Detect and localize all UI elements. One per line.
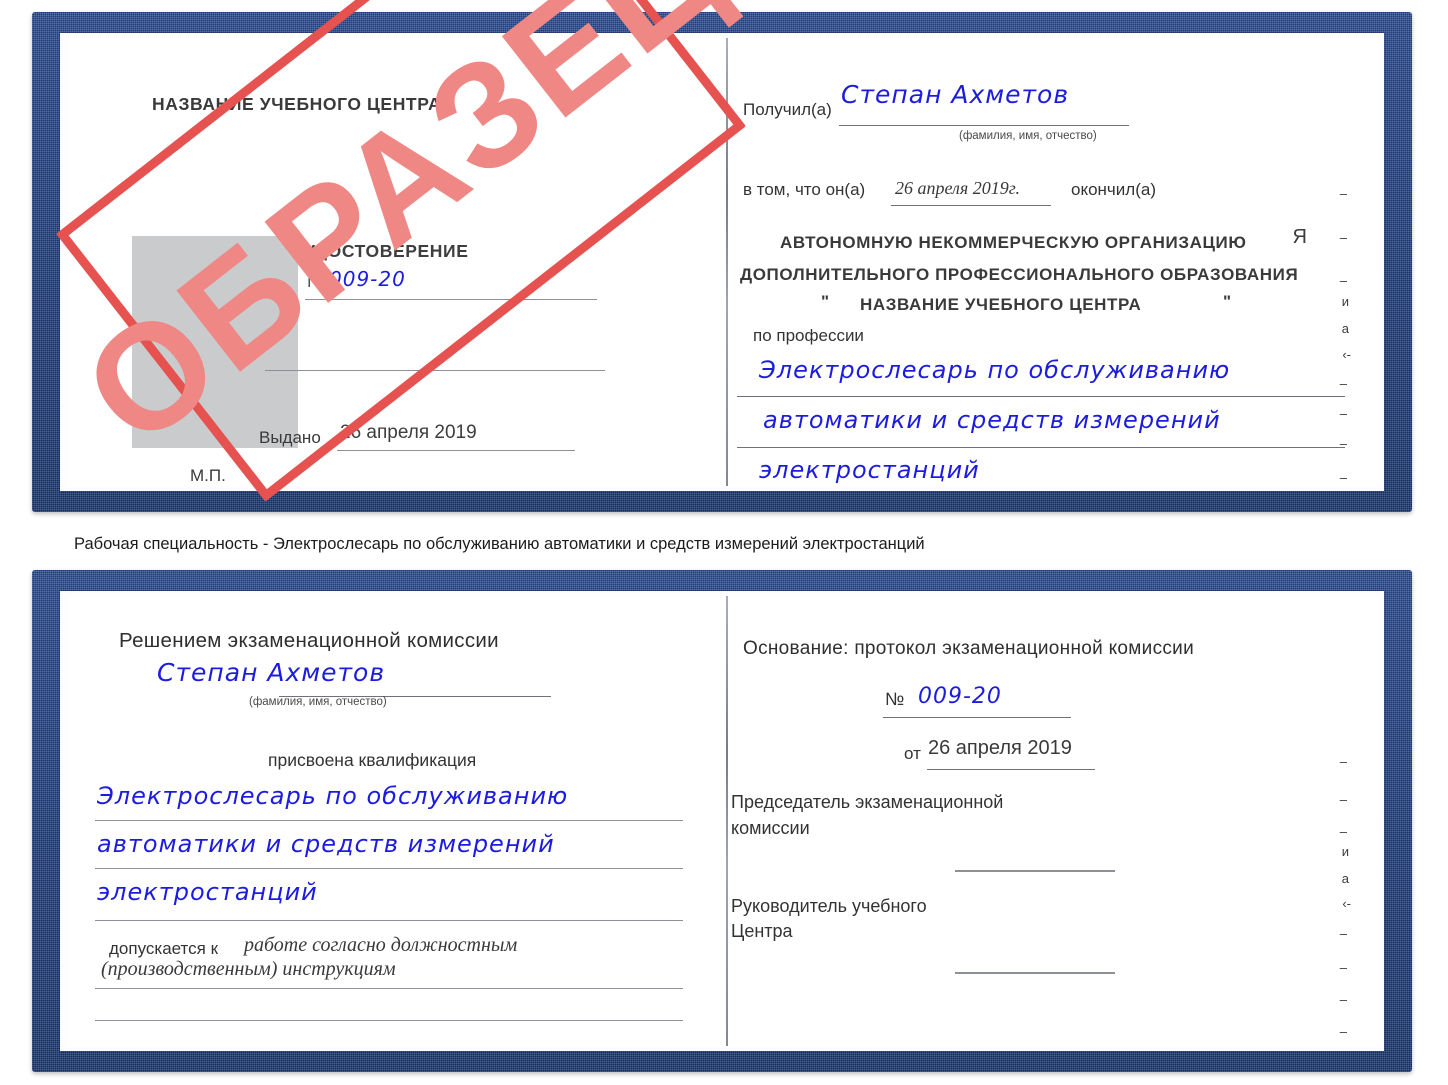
commission-heading: Решением экзаменационной комиссии <box>119 629 499 652</box>
in-that-label: в том, что он(а) <box>743 180 866 199</box>
edge-mark: – <box>1339 792 1347 807</box>
qualification-rule-3 <box>95 920 683 921</box>
org-line-3: НАЗВАНИЕ УЧЕБНОГО ЦЕНТРА <box>860 295 1142 314</box>
certificate-bottom: Решением экзаменационной комиссии Степан… <box>32 570 1412 1072</box>
profession-line-1: Электрослесарь по обслуживанию <box>759 356 1231 384</box>
bottom-number-rule <box>883 717 1071 718</box>
issued-value: 26 апреля 2019 <box>340 422 477 443</box>
photo-placeholder <box>132 236 298 448</box>
admitted-value-line-1: работе согласно должностным <box>244 934 518 956</box>
received-value: Степан Ахметов <box>841 80 1070 109</box>
bottom-number-label: № <box>885 689 905 709</box>
number-value: 009-20 <box>329 267 406 291</box>
page-caption: Рабочая специальность - Электрослесарь п… <box>74 535 925 553</box>
graduated-label: окончил(а) <box>1071 180 1156 199</box>
received-rule <box>839 125 1129 126</box>
bottom-name-value: Степан Ахметов <box>157 658 386 687</box>
edge-mark: а <box>1341 321 1349 336</box>
edge-mark: – <box>1339 470 1347 485</box>
blank-rule-1 <box>265 370 605 371</box>
received-label: Получил(а) <box>743 100 832 119</box>
bottom-right-page: Основание: протокол экзаменационной коми… <box>715 596 1379 1046</box>
chairman-line-2: комиссии <box>731 818 810 838</box>
profession-rule-1 <box>737 396 1345 397</box>
bottom-number-value: 009-20 <box>918 684 1002 709</box>
seal-label: М.П. <box>190 466 226 485</box>
admitted-rule-2 <box>95 1020 683 1021</box>
admitted-label: допускается к <box>109 939 219 958</box>
chairman-line-1: Председатель экзаменационной <box>731 792 1004 812</box>
fio-hint-top: (фамилия, имя, отчество) <box>959 130 1097 142</box>
org-line-2: ДОПОЛНИТЕЛЬНОГО ПРОФЕССИОНАЛЬНОГО ОБРАЗО… <box>740 265 1299 284</box>
edge-mark: а <box>1341 871 1349 886</box>
edge-mark: и <box>1341 294 1349 309</box>
edge-mark: – <box>1339 230 1347 245</box>
admitted-value-line-2: (производственным) инструкциям <box>101 958 396 980</box>
issued-rule <box>337 450 575 451</box>
bottom-date-label: от <box>904 744 921 763</box>
qualification-line-2: автоматики и средств измерений <box>97 830 555 858</box>
edge-mark: – <box>1339 824 1347 839</box>
edge-mark: – <box>1339 960 1347 975</box>
training-center-heading: НАЗВАНИЕ УЧЕБНОГО ЦЕНТРА <box>152 94 442 114</box>
qualification-rule-1 <box>95 820 683 821</box>
in-that-rule <box>891 205 1051 206</box>
number-rule <box>305 299 597 300</box>
qualification-label: присвоена квалификация <box>268 750 477 770</box>
qualification-rule-2 <box>95 868 683 869</box>
certificate-bottom-pages: Решением экзаменационной комиссии Степан… <box>60 591 1384 1051</box>
edge-mark: ‹- <box>1342 347 1351 362</box>
head-line-2: Центра <box>731 921 793 941</box>
profession-rule-2 <box>737 447 1345 448</box>
top-right-page: Получил(а) Степан Ахметов (фамилия, имя,… <box>715 38 1379 486</box>
top-left-page: НАЗВАНИЕ УЧЕБНОГО ЦЕНТРА УДОСТОВЕРЕНИЕ №… <box>69 38 726 486</box>
edge-mark: – <box>1339 992 1347 1007</box>
edge-mark: – <box>1339 1024 1347 1039</box>
profession-line-3: электростанций <box>759 456 980 484</box>
org-line-1: АВТОНОМНУЮ НЕКОММЕРЧЕСКУЮ ОРГАНИЗАЦИЮ <box>780 233 1247 252</box>
bottom-left-page: Решением экзаменационной комиссии Степан… <box>69 596 726 1046</box>
edge-bleed-letter: Я <box>1292 226 1307 248</box>
profession-label: по профессии <box>753 326 864 345</box>
bottom-date-rule <box>927 769 1095 770</box>
certificate-top-pages: НАЗВАНИЕ УЧЕБНОГО ЦЕНТРА УДОСТОВЕРЕНИЕ №… <box>60 33 1384 491</box>
head-signature-rule <box>955 972 1115 974</box>
qualification-line-1: Электрослесарь по обслуживанию <box>97 782 569 810</box>
issued-label: Выдано <box>259 428 321 447</box>
edge-mark: – <box>1339 273 1347 288</box>
org-quote-open: " <box>821 292 830 311</box>
head-line-1: Руководитель учебного <box>731 896 927 916</box>
bottom-date-value: 26 апреля 2019 <box>928 737 1072 759</box>
edge-mark: – <box>1339 436 1347 451</box>
certificate-top-sheet: НАЗВАНИЕ УЧЕБНОГО ЦЕНТРА УДОСТОВЕРЕНИЕ №… <box>69 38 1379 486</box>
certificate-top: НАЗВАНИЕ УЧЕБНОГО ЦЕНТРА УДОСТОВЕРЕНИЕ №… <box>32 12 1412 512</box>
edge-mark: – <box>1339 754 1347 769</box>
profession-line-2: автоматики и средств измерений <box>763 406 1221 434</box>
org-quote-close: " <box>1223 292 1232 311</box>
edge-mark: – <box>1339 926 1347 941</box>
qualification-line-3: электростанций <box>97 878 318 906</box>
edge-mark: ‹- <box>1342 896 1351 911</box>
admitted-rule-1 <box>95 988 683 989</box>
edge-mark: – <box>1339 406 1347 421</box>
fio-hint-bottom: (фамилия, имя, отчество) <box>249 696 387 708</box>
number-label: № <box>307 272 326 291</box>
certificate-bottom-sheet: Решением экзаменационной комиссии Степан… <box>69 596 1379 1046</box>
document-type-label: УДОСТОВЕРЕНИЕ <box>304 241 469 261</box>
edge-mark: – <box>1339 376 1347 391</box>
in-that-value: 26 апреля 2019г. <box>895 178 1021 198</box>
basis-label: Основание: протокол экзаменационной коми… <box>743 638 1195 659</box>
edge-mark: – <box>1339 186 1347 201</box>
edge-mark: и <box>1341 844 1349 859</box>
chairman-signature-rule <box>955 870 1115 872</box>
